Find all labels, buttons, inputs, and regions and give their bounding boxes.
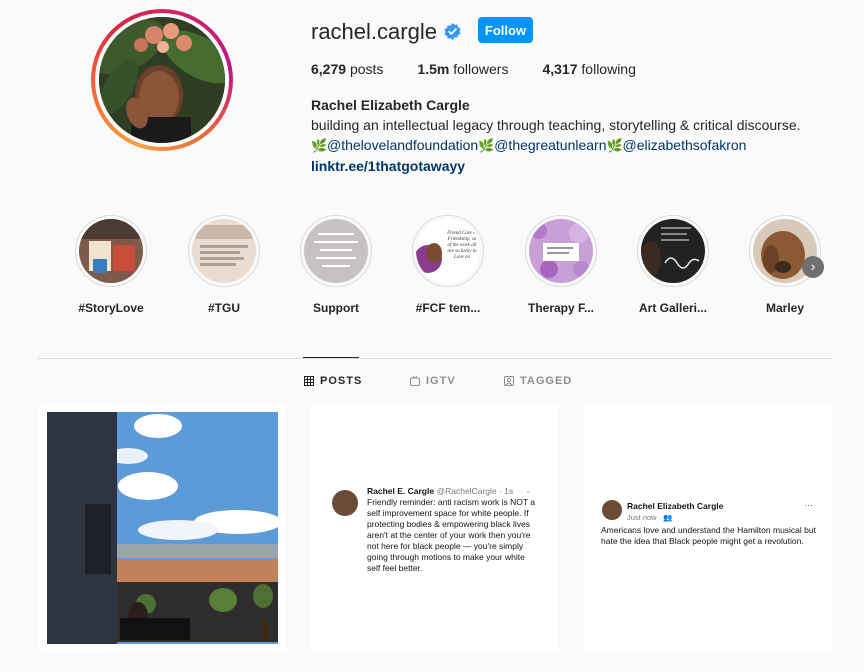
profile-avatar-ring[interactable] — [91, 9, 233, 151]
tweet-handle: @RachelCargle · 1s — [436, 486, 514, 496]
chevron-right-icon[interactable]: › — [802, 256, 824, 278]
highlight-ring — [525, 215, 597, 287]
bio-mentions: 🌿@thelovelandfoundation🌿@thegreatunlearn… — [311, 135, 841, 156]
post-avatar — [602, 500, 622, 520]
tab-label: TAGGED — [520, 375, 573, 387]
tab-igtv[interactable]: IGTV — [410, 375, 456, 387]
following-count[interactable]: 4,317 following — [542, 60, 635, 78]
highlight-ring — [75, 215, 147, 287]
highlight-support[interactable]: Support — [291, 215, 381, 315]
grid-icon — [304, 376, 314, 386]
highlight-ring — [637, 215, 709, 287]
post-photo-image — [38, 404, 286, 652]
profile-avatar — [99, 17, 225, 143]
highlight-ring — [188, 215, 260, 287]
profile-bio: Rachel Elizabeth Cargle building an inte… — [311, 95, 841, 176]
followers-count[interactable]: 1.5m followers — [417, 60, 508, 78]
leaf-icon: 🌿 — [606, 138, 623, 153]
highlight-cover — [529, 219, 593, 283]
post-tweet[interactable]: Rachel E. Cargle @RachelCargle · 1s Frie… — [310, 404, 558, 652]
post-status[interactable]: Rachel Elizabeth Cargle Just now · 👥 ···… — [584, 404, 832, 652]
leaf-icon: 🌿 — [478, 138, 495, 153]
tweet-author: Rachel E. Cargle — [367, 486, 435, 496]
highlight-fcf[interactable]: Friend Care of Friendship, so of the wor… — [403, 215, 493, 315]
bio-text: building an intellectual legacy through … — [311, 117, 801, 133]
posts-count: 6,279 posts — [311, 61, 384, 77]
tweet-content: Rachel E. Cargle @RachelCargle · 1s Frie… — [367, 486, 537, 574]
tweet-body: Friendly reminder: anti racism work is N… — [367, 497, 535, 573]
chevron-down-icon: ⌄ — [525, 486, 532, 495]
highlight-ring: Friend Care of Friendship, so of the wor… — [412, 215, 484, 287]
highlight-cover: Friend Care of Friendship, so of the wor… — [416, 219, 480, 283]
post-photo[interactable] — [38, 404, 286, 652]
highlight-label: Marley — [765, 301, 805, 315]
highlight-cover — [641, 219, 705, 283]
profile-website-link[interactable]: linktr.ee/1thatgotawayy — [311, 156, 841, 176]
highlight-fcf-text: Friend Care of Friendship, so of the wor… — [447, 231, 477, 260]
post-body: Americans love and understand the Hamilt… — [601, 525, 816, 546]
highlight-label: Therapy F... — [527, 301, 595, 315]
post-meta: Just now · 👥 — [627, 513, 673, 522]
profile-username: rachel.cargle — [311, 19, 437, 44]
mention-link[interactable]: @thelovelandfoundation — [327, 137, 478, 153]
post-author: Rachel Elizabeth Cargle — [627, 501, 724, 511]
friends-icon: 👥 — [663, 513, 673, 522]
tagged-user-icon — [504, 376, 514, 386]
tab-label: IGTV — [426, 375, 456, 387]
highlight-tgu[interactable]: #TGU — [179, 215, 269, 315]
highlight-label: Support — [313, 301, 359, 315]
verified-badge-icon — [444, 23, 461, 40]
tab-tagged[interactable]: TAGGED — [504, 375, 572, 387]
highlight-storylove[interactable]: #StoryLove — [66, 215, 156, 315]
highlight-cover — [192, 219, 256, 283]
follow-button[interactable]: Follow — [478, 17, 533, 43]
active-tab-indicator — [303, 357, 359, 358]
mention-link[interactable]: @elizabethsofakron — [623, 137, 747, 153]
highlight-label: #StoryLove — [78, 301, 144, 315]
igtv-icon — [410, 376, 420, 386]
highlight-art-galleries[interactable]: Art Galleri... — [628, 215, 718, 315]
tab-posts[interactable]: POSTS — [304, 375, 362, 387]
post-author-block: Rachel Elizabeth Cargle Just now · 👥 — [627, 501, 797, 523]
highlight-label: #FCF tem... — [415, 301, 481, 315]
tweet-avatar — [332, 490, 358, 516]
highlight-therapy[interactable]: Therapy F... — [516, 215, 606, 315]
tabs-divider — [38, 358, 832, 359]
highlight-label: Art Galleri... — [638, 301, 708, 315]
highlight-cover — [79, 219, 143, 283]
highlight-ring — [300, 215, 372, 287]
more-options-icon[interactable]: ··· — [804, 500, 813, 510]
profile-full-name: Rachel Elizabeth Cargle — [311, 97, 470, 113]
profile-stats: 6,279 posts 1.5m followers 4,317 followi… — [311, 60, 670, 78]
leaf-icon: 🌿 — [311, 138, 328, 153]
highlight-label: #TGU — [207, 301, 240, 315]
mention-link[interactable]: @thegreatunlearn — [494, 137, 606, 153]
tab-label: POSTS — [320, 375, 363, 387]
highlight-cover — [304, 219, 368, 283]
